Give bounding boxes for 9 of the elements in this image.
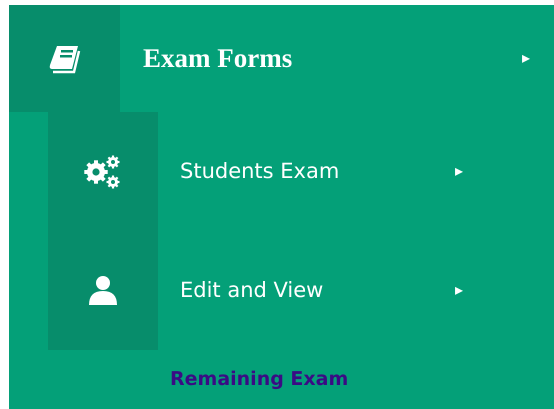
caret-icon: ▸ [455,278,463,302]
submenu-item[interactable]: Students Exam [180,156,440,188]
caret-icon: ▸ [522,46,530,70]
user-icon [87,274,119,306]
remaining-exam-link[interactable]: Remaining Exam [170,368,348,390]
book-icon [48,44,82,74]
caret-icon: ▸ [455,160,463,184]
menu-title[interactable]: Exam Forms [143,38,292,79]
submenu-item[interactable]: Edit and View [180,274,440,306]
